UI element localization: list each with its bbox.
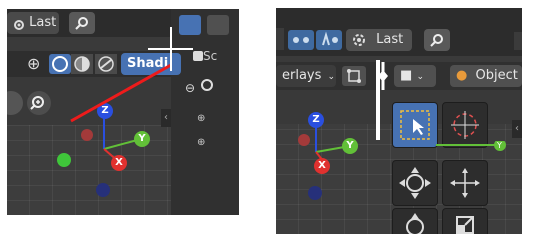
search-icon (430, 33, 444, 55)
transform-axis-hint: Y (436, 139, 522, 151)
chevron-down-icon: ⌄ (416, 72, 424, 82)
collapse-tab-icon[interactable]: ‹ (512, 120, 522, 138)
overlays-dropdown[interactable]: erlays ⌄ (276, 65, 336, 87)
mode-icon-2[interactable] (316, 30, 342, 50)
mode-icon-1[interactable] (288, 30, 314, 50)
last-operation-button[interactable]: Last (346, 29, 412, 51)
view-dropdown[interactable]: ■ ⌄ (394, 65, 436, 87)
viewport-header: erlays ⌄ ■ ⌄ ● Object (276, 62, 522, 90)
left-viewport-panel: Last Sc ⊖ ⊕ ⊕ ⊕ Shadi Z Y X ‹ (7, 9, 239, 215)
rotate-tool[interactable] (392, 208, 438, 234)
gizmo-toggle-icon[interactable] (342, 66, 366, 86)
move-tool[interactable] (392, 160, 438, 206)
overlays-label: erlays (282, 68, 322, 83)
object-label: Object (475, 68, 518, 83)
cube-icon: ■ (400, 68, 413, 83)
last-label: Last (376, 32, 404, 47)
drag-overlay (70, 27, 193, 123)
select-box-tool[interactable] (392, 102, 438, 148)
svg-text:Y: Y (496, 141, 502, 150)
search-button[interactable] (424, 29, 450, 51)
edge-block-right (514, 32, 522, 50)
z-axis-ball[interactable]: Z (308, 112, 324, 128)
edge-block (276, 28, 284, 50)
3d-viewport[interactable]: Z Y X Y ‹ (276, 60, 522, 234)
neg-x-axis-ball[interactable] (298, 134, 310, 146)
chevron-down-icon: ⌄ (327, 72, 336, 82)
scale-tool[interactable] (442, 208, 488, 234)
x-axis-ball[interactable]: X (314, 158, 330, 174)
y-axis-ball[interactable]: Y (342, 138, 358, 154)
neg-z-axis-ball[interactable] (308, 186, 322, 200)
gear-icon (352, 33, 366, 47)
translate-tool[interactable] (442, 160, 488, 206)
object-mode-icon: ● (456, 68, 468, 83)
drag-divider-line (376, 60, 380, 140)
header-bar: Last (276, 8, 522, 56)
right-viewport-panel: Last erlays ⌄ ■ ⌄ ● Object Z Y X Y ‹ (276, 8, 522, 234)
object-mode-dropdown[interactable]: ● Object (450, 65, 522, 87)
